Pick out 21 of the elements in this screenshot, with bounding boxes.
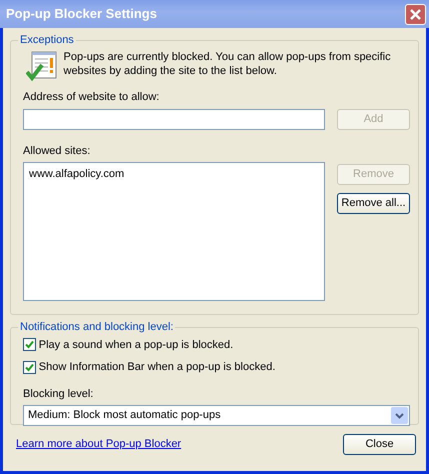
address-field[interactable] bbox=[23, 108, 325, 130]
checkbox[interactable] bbox=[23, 360, 36, 374]
group-title: Notifications and blocking level: bbox=[19, 320, 174, 334]
blocking-level-dropdown[interactable]: Medium: Block most automatic pop-ups bbox=[23, 404, 410, 426]
site-item[interactable]: www.alfapolicy.com bbox=[26, 164, 322, 184]
field-label: Allowed sites: bbox=[23, 144, 92, 158]
window-title: Pop-up Blocker Settings bbox=[6, 5, 157, 24]
checkbox[interactable] bbox=[23, 338, 36, 352]
allowed-sites-list[interactable]: www.alfapolicy.com bbox=[23, 162, 325, 301]
description-text: Pop-ups are currently blocked. You can allow pop-ups from specific websites by adding the site to the list below. bbox=[64, 50, 392, 79]
remove-all-button[interactable]: Remove all... bbox=[337, 192, 410, 214]
allowed-page-icon bbox=[26, 50, 58, 84]
close-icon bbox=[409, 8, 422, 20]
field-label: Blocking level: bbox=[23, 386, 94, 402]
close-button[interactable] bbox=[405, 4, 426, 24]
close-dialog-button[interactable]: Close bbox=[343, 434, 416, 454]
group-title: Exceptions bbox=[19, 34, 75, 47]
field-label: Address of website to allow: bbox=[23, 90, 160, 106]
checkbox-label: Show Information Bar when a pop-up is blocked. bbox=[38, 360, 276, 375]
learn-more-link[interactable]: Learn more about Pop-up Blocker bbox=[16, 436, 182, 452]
checkbox-label: Play a sound when a pop-up is blocked. bbox=[38, 338, 234, 352]
